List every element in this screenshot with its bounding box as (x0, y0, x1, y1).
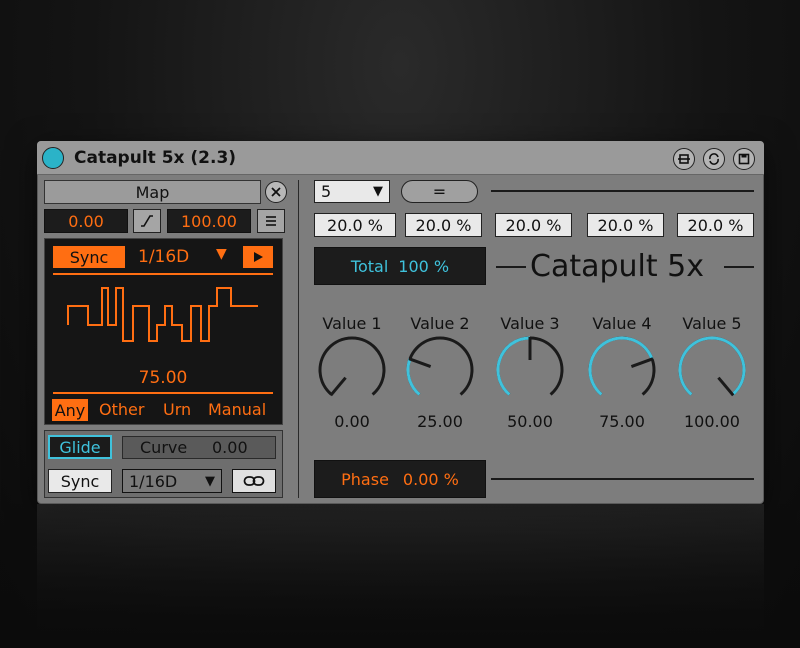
curve-value: 0.00 (212, 438, 248, 457)
total-label: Total (350, 256, 389, 276)
save-icon[interactable] (733, 148, 755, 170)
mode-any-button[interactable]: Any (52, 399, 88, 421)
equalize-button[interactable]: = (401, 180, 478, 203)
count-dropdown-icon: ▼ (373, 184, 383, 199)
percent-field-1[interactable]: 20.0 % (314, 213, 396, 237)
knob-needle (717, 376, 735, 397)
phase-label: Phase (341, 469, 389, 489)
map-button[interactable]: Map (44, 180, 261, 204)
glide-rate-value: 1/16D (129, 471, 178, 491)
rand-current-value: 75.00 (138, 368, 188, 388)
knob-label-1: Value 1 (322, 314, 382, 333)
brand-line-left (496, 266, 526, 268)
knob-3[interactable] (490, 334, 570, 404)
percent-field-3[interactable]: 20.0 % (495, 213, 572, 237)
brand-logo-text: Catapult 5x (530, 249, 705, 284)
phase-line (491, 478, 754, 480)
knob-value-arc (496, 336, 531, 396)
knob-1[interactable] (312, 334, 392, 404)
rand-rate-select[interactable]: 1/16D (138, 246, 198, 268)
glide-rate-dropdown-icon: ▼ (205, 473, 215, 489)
total-display: Total 100 % (314, 247, 486, 285)
brand-line-right (724, 266, 754, 268)
link-icon[interactable] (232, 469, 276, 493)
knob-value-arc (678, 336, 746, 396)
count-select[interactable]: 5 ▼ (314, 180, 390, 203)
random-history-graph (67, 287, 258, 342)
percent-field-4[interactable]: 20.0 % (587, 213, 664, 237)
rand-sync-button[interactable]: Sync (53, 246, 125, 268)
trigger-play-icon[interactable] (243, 246, 273, 268)
device-title: Catapult 5x (2.3) (74, 148, 237, 168)
glide-sync-button[interactable]: Sync (48, 469, 112, 493)
knob-value-arc (588, 336, 654, 396)
rand-divider-bottom (53, 392, 273, 394)
reflection-fade (0, 504, 800, 648)
device-power-toggle[interactable] (42, 147, 64, 169)
knob-label-4: Value 4 (592, 314, 652, 333)
knob-needle (329, 376, 347, 397)
total-value: 100 % (398, 256, 450, 276)
glide-rate-select[interactable]: 1/16D ▼ (122, 469, 222, 493)
knob-5[interactable] (672, 334, 752, 404)
knob-value-5: 100.00 (684, 412, 740, 431)
phase-value: 0.00 % (402, 469, 459, 489)
range-min-field[interactable]: 0.00 (44, 209, 128, 233)
section-divider (298, 180, 299, 498)
knob-4[interactable] (582, 334, 662, 404)
knob-value-4: 75.00 (599, 412, 645, 431)
percent-field-5[interactable]: 20.0 % (677, 213, 754, 237)
percent-field-2[interactable]: 20.0 % (405, 213, 482, 237)
header-line (491, 190, 754, 192)
fold-icon[interactable] (673, 148, 695, 170)
rate-dropdown-icon[interactable]: ▼ (216, 246, 227, 262)
knob-2[interactable] (400, 334, 480, 404)
knob-value-2: 25.00 (417, 412, 463, 431)
knob-needle (630, 357, 654, 368)
count-value: 5 (321, 182, 332, 201)
mode-manual-button[interactable]: Manual (208, 400, 266, 419)
phase-display[interactable]: Phase 0.00 % (314, 460, 486, 498)
knob-label-5: Value 5 (682, 314, 742, 333)
knob-label-2: Value 2 (410, 314, 470, 333)
knob-value-3: 50.00 (507, 412, 553, 431)
mode-urn-button[interactable]: Urn (163, 400, 191, 419)
hotswap-icon[interactable] (703, 148, 725, 170)
mode-other-button[interactable]: Other (99, 400, 144, 419)
unmap-close-icon[interactable] (265, 181, 287, 203)
range-max-field[interactable]: 100.00 (167, 209, 251, 233)
glide-toggle[interactable]: Glide (48, 435, 112, 459)
knob-value-1: 0.00 (334, 412, 370, 431)
menu-icon[interactable] (257, 209, 285, 233)
knob-needle (408, 357, 432, 368)
curve-label: Curve (140, 438, 188, 457)
curve-shape-icon[interactable] (133, 209, 161, 233)
knob-label-3: Value 3 (500, 314, 560, 333)
rand-divider-top (53, 273, 273, 275)
knob-value-arc (406, 358, 421, 396)
